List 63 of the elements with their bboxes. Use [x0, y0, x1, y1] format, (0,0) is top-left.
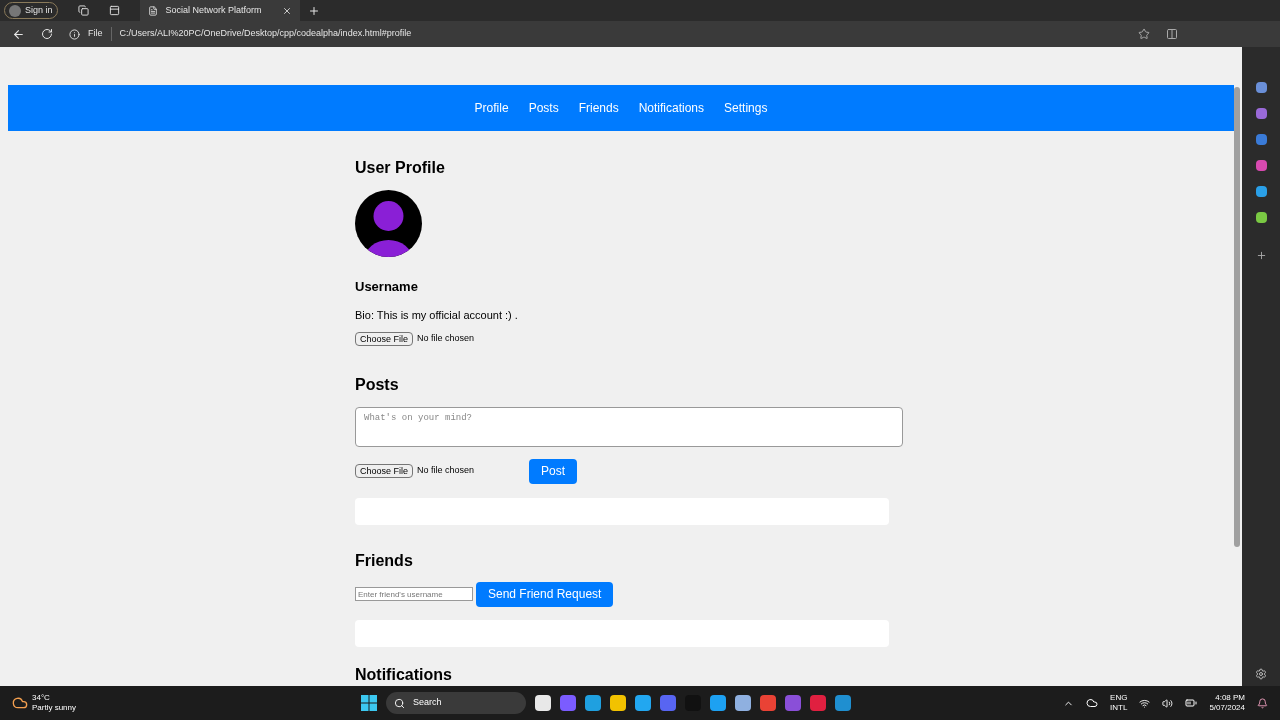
temperature: 34°C — [32, 693, 51, 703]
battery-icon[interactable] — [1185, 697, 1198, 709]
section-heading: User Profile — [355, 158, 446, 178]
volume-icon[interactable] — [1162, 697, 1174, 709]
send-friend-request-button[interactable]: Send Friend Request — [476, 581, 614, 607]
back-icon[interactable] — [12, 27, 25, 41]
clock-date[interactable]: 5/07/2024 — [1209, 703, 1245, 713]
page-icon — [147, 5, 158, 16]
nav-link[interactable]: Notifications — [638, 99, 705, 117]
file-status: No file chosen — [417, 464, 475, 477]
weather-text: Partly sunny — [32, 703, 77, 713]
app-icon[interactable] — [610, 695, 627, 711]
keyboard-layout[interactable]: INTL — [1110, 703, 1128, 713]
start-icon[interactable] — [361, 695, 378, 711]
workspaces-icon[interactable] — [77, 5, 89, 16]
sidebar-app-icon[interactable] — [1255, 186, 1267, 197]
app-icon[interactable] — [710, 695, 727, 711]
address-field[interactable]: C:/Users/ALI%20PC/OneDrive/Desktop/cpp/codealpha/index.html#profile — [110, 27, 412, 41]
section-heading: Posts — [355, 375, 400, 395]
language[interactable]: ENG — [1110, 693, 1128, 703]
add-icon[interactable] — [1255, 250, 1267, 261]
nav-link[interactable]: Posts — [528, 99, 559, 117]
weather-icon[interactable] — [12, 695, 28, 711]
address-scheme: File — [88, 27, 103, 41]
app-icon[interactable] — [635, 695, 652, 711]
nav-link[interactable]: Friends — [578, 99, 619, 117]
sidebar-app-icon[interactable] — [1255, 108, 1267, 119]
app-icon[interactable] — [585, 695, 602, 711]
clock-time[interactable]: 4:08 PM — [1209, 693, 1245, 703]
close-icon[interactable] — [281, 5, 292, 16]
settings-icon[interactable] — [1255, 668, 1267, 680]
section-heading: Notifications — [355, 664, 453, 685]
new-tab-icon[interactable] — [307, 4, 320, 17]
nav-link[interactable]: Settings — [724, 99, 768, 117]
browser-tab[interactable]: Social Network Platform — [139, 0, 300, 21]
friend-username-field[interactable]: Enter friend's username — [355, 587, 473, 601]
bio-text: Bio: This is my official account :) . — [355, 307, 519, 323]
cloud-icon[interactable] — [1086, 697, 1099, 709]
post-input[interactable]: What's on your mind? — [355, 407, 903, 447]
sidebar-app-icon[interactable] — [1255, 82, 1267, 93]
post-button[interactable]: Post — [529, 458, 578, 484]
section-heading: Friends — [355, 550, 414, 571]
search-icon — [394, 697, 406, 709]
sidebar-app-icon[interactable] — [1255, 134, 1267, 145]
favorite-icon[interactable] — [1138, 28, 1150, 40]
split-screen-icon[interactable] — [1166, 28, 1178, 40]
choose-file-button[interactable]: Choose File — [355, 463, 414, 478]
app-icon[interactable] — [535, 695, 552, 711]
choose-file-button[interactable]: Choose File — [355, 332, 414, 346]
nav-link[interactable]: Profile — [474, 99, 509, 117]
search-field[interactable]: Search — [386, 692, 527, 714]
reload-icon[interactable] — [41, 28, 53, 40]
sidebar-app-icon[interactable] — [1255, 212, 1267, 223]
file-status: No file chosen — [417, 332, 475, 346]
notification-icon[interactable] — [1257, 697, 1268, 709]
sidebar-app-icon[interactable] — [1255, 160, 1267, 171]
avatar-icon — [9, 4, 21, 17]
tab-actions-icon[interactable] — [108, 5, 120, 16]
app-icon[interactable] — [735, 695, 752, 711]
username: Username — [355, 278, 419, 296]
info-icon[interactable] — [69, 28, 80, 40]
wifi-icon[interactable] — [1139, 697, 1151, 709]
tab-title: Social Network Platform — [165, 3, 263, 17]
